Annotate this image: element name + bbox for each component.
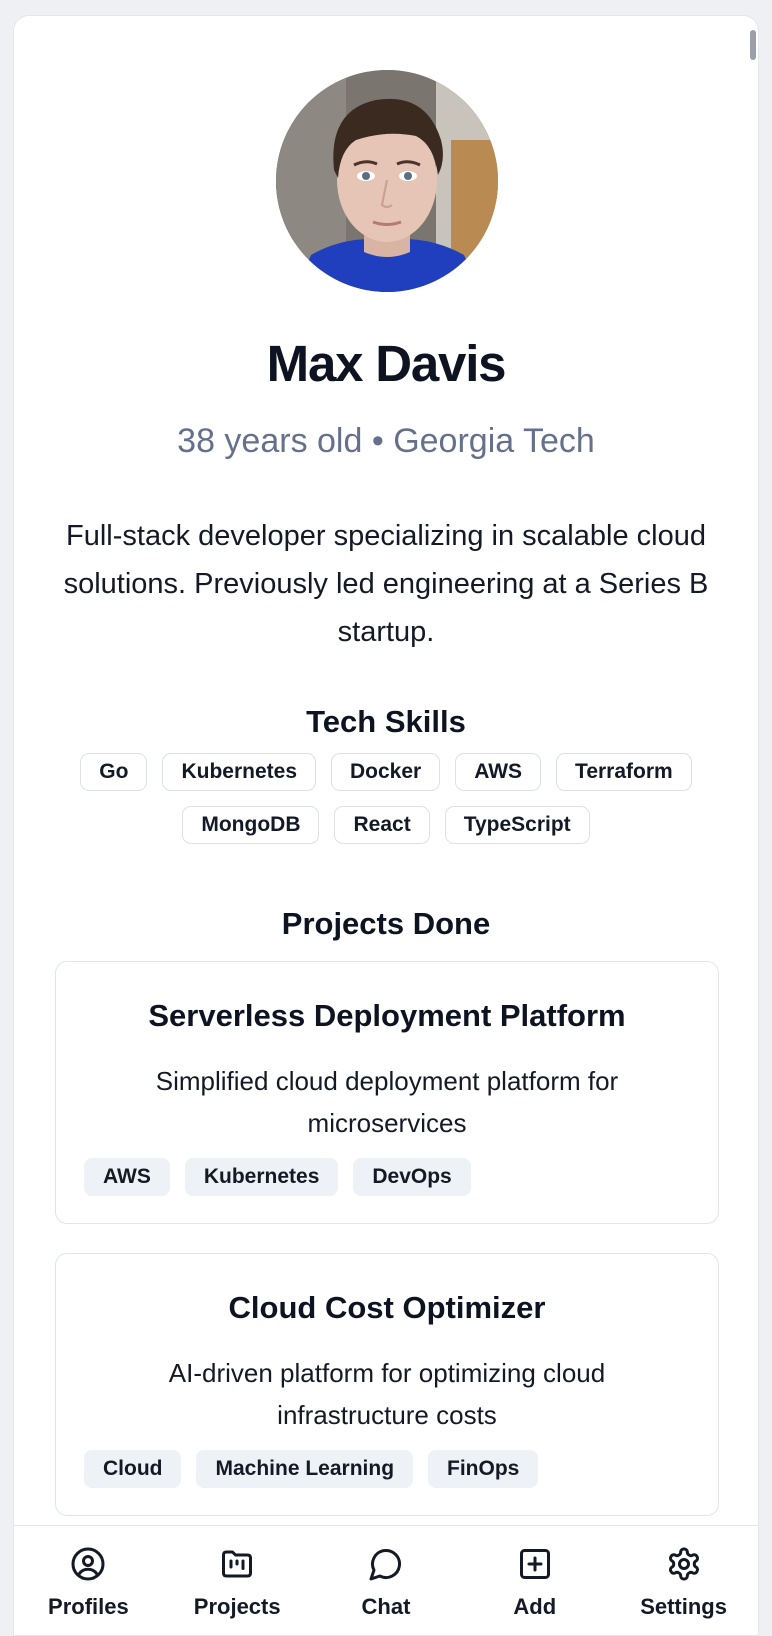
plus-square-icon [519,1549,550,1579]
project-tag: DevOps [353,1158,471,1196]
skill-chip: Docker [331,753,441,791]
skill-chip: AWS [455,753,542,791]
profile-name: Max Davis [266,335,507,392]
nav-label: Settings [640,1594,727,1619]
project-tags: AWS Kubernetes DevOps [84,1158,471,1196]
skill-chip: Go [80,753,148,791]
profile-bio: Full-stack developer specializing in sca… [63,520,709,648]
project-card[interactable]: Cloud Cost Optimizer AI-driven platform … [55,1253,719,1516]
nav-item-add[interactable]: Add [460,1526,609,1635]
nav-item-chat[interactable]: Chat [312,1526,461,1635]
avatar [276,70,498,292]
project-description: Simplified cloud deployment platform for… [155,1066,619,1138]
nav-label: Projects [193,1594,281,1619]
folder-icon [222,1550,253,1578]
profile-card: Max Davis 38 years old • Georgia Tech Fu… [13,15,759,1636]
chat-bubble-icon [369,1548,401,1581]
project-tags: Cloud Machine Learning FinOps [84,1450,539,1488]
project-tag: Kubernetes [184,1158,339,1196]
project-tag: FinOps [428,1450,539,1488]
nav-label: Add [513,1594,557,1619]
skill-chip: React [334,806,430,844]
avatar-photo [276,70,498,292]
bottom-nav: Profiles Projects Chat Add Settings [14,1525,758,1635]
nav-item-projects[interactable]: Projects [163,1526,312,1635]
nav-label: Chat [361,1594,411,1619]
project-title: Serverless Deployment Platform [148,998,626,1033]
skill-chip: MongoDB [182,806,320,844]
scrollbar[interactable] [750,30,756,60]
skills-list: Go Kubernetes Docker AWS Terraform Mongo… [74,753,698,844]
skill-chip: TypeScript [444,806,590,844]
gear-icon [668,1547,699,1581]
user-circle-icon [71,1547,105,1581]
project-description: AI-driven platform for optimizing cloud … [168,1358,606,1430]
projects-section-title: Projects Done [281,906,491,941]
profile-meta: 38 years old • Georgia Tech [177,422,595,460]
nav-label: Profiles [48,1594,129,1619]
nav-item-settings[interactable]: Settings [609,1526,758,1635]
nav-item-profiles[interactable]: Profiles [14,1526,163,1635]
skill-chip: Kubernetes [162,753,316,791]
project-tag: Machine Learning [196,1450,414,1488]
project-tag: AWS [84,1158,170,1196]
project-card[interactable]: Serverless Deployment Platform Simplifie… [55,961,719,1224]
skill-chip: Terraform [556,753,692,791]
skills-section-title: Tech Skills [306,704,466,739]
project-tag: Cloud [84,1450,182,1488]
project-title: Cloud Cost Optimizer [228,1290,546,1325]
